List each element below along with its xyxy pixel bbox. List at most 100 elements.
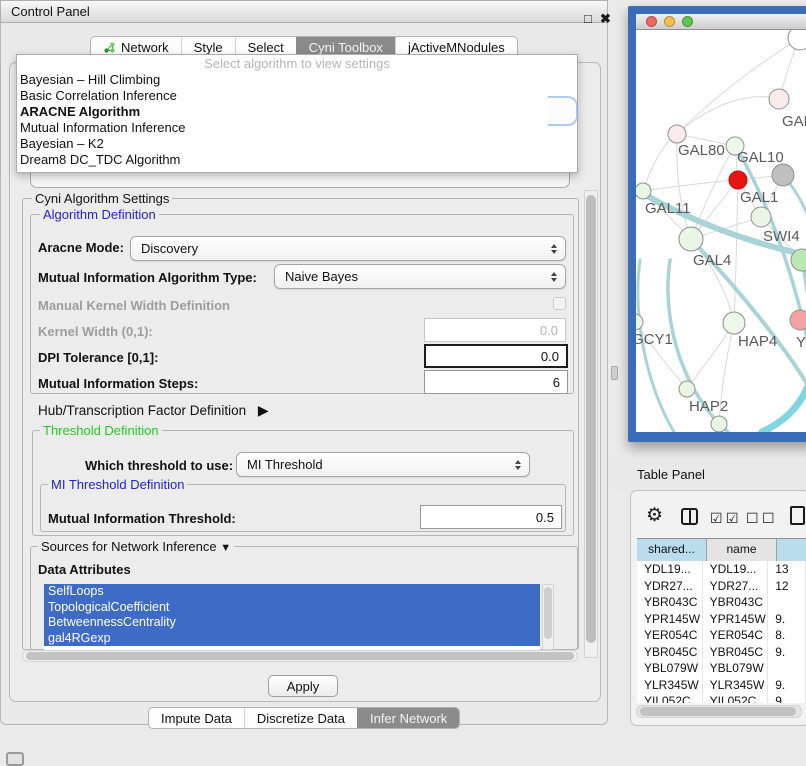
network-canvas[interactable]: GALGAL80GAL10GAL1GAL11SWI4GAL4GCY1HAP4YH…: [636, 30, 806, 432]
column-header-name[interactable]: name: [707, 539, 777, 561]
tab-label: Style: [194, 40, 223, 55]
mi-threshold-field[interactable]: 0.5: [420, 505, 562, 529]
mi-type-combo[interactable]: Naive Bayes: [274, 264, 566, 289]
minimize-traffic-light[interactable]: [664, 16, 675, 27]
mi-threshold-group-title: MI Threshold Definition: [48, 477, 187, 492]
table-row[interactable]: YDR27...YDR27...12: [637, 578, 806, 595]
table-row[interactable]: YLR345WYLR345W9.: [637, 677, 806, 694]
network-node[interactable]: [679, 381, 695, 397]
column-header-a[interactable]: A: [777, 539, 806, 561]
kernel-width-value: 0.0: [540, 323, 558, 338]
network-node[interactable]: [636, 183, 651, 199]
algorithm-option-bayesian-hill-climbing[interactable]: Bayesian – Hill Climbing: [17, 72, 577, 88]
float-panel-icon[interactable]: □: [584, 10, 592, 28]
table-cell: [768, 660, 806, 677]
unchecked-checkbox-icon[interactable]: ☐: [746, 508, 759, 528]
table-row[interactable]: YIL052CYIL052C9.: [637, 693, 806, 703]
gear-icon[interactable]: ⚙: [646, 506, 663, 526]
manual-kernel-label: Manual Kernel Width Definition: [38, 298, 230, 313]
table-header: shared...nameA: [637, 538, 806, 560]
mi-steps-field[interactable]: 6: [424, 370, 568, 394]
manual-kernel-checkbox[interactable]: [553, 297, 566, 310]
attribute-item[interactable]: BetweennessCentrality: [44, 615, 540, 631]
columns-icon[interactable]: [681, 508, 698, 525]
table-row[interactable]: YBL079WYBL079W: [637, 660, 806, 677]
settings-vscrollbar-thumb[interactable]: [586, 195, 596, 643]
control-panel-titlebar[interactable]: Control Panel: [0, 0, 608, 23]
network-window-titlebar[interactable]: [636, 14, 806, 30]
unchecked-checkbox-icon[interactable]: ☐: [762, 508, 775, 528]
network-node[interactable]: [636, 314, 643, 330]
settings-hscrollbar-thumb[interactable]: [26, 652, 574, 660]
which-threshold-label: Which threshold to use:: [85, 458, 233, 473]
tab-infer-network[interactable]: Infer Network: [357, 708, 459, 728]
dpi-tolerance-label: DPI Tolerance [0,1]:: [38, 350, 158, 365]
network-node[interactable]: [769, 89, 789, 109]
zoom-traffic-light[interactable]: [682, 16, 693, 27]
attribute-item[interactable]: SelfLoops: [44, 584, 540, 600]
close-traffic-light[interactable]: [646, 16, 657, 27]
network-node[interactable]: [668, 125, 686, 143]
close-panel-icon[interactable]: ✖: [600, 10, 611, 28]
tab-discretize-data[interactable]: Discretize Data: [244, 708, 357, 728]
algorithm-dropdown-popup: Select algorithm to view settings Bayesi…: [16, 54, 578, 173]
attribute-item[interactable]: gal4RGexp: [44, 631, 540, 647]
network-node[interactable]: [711, 416, 727, 432]
network-node[interactable]: [729, 171, 747, 189]
table-cell: YDR27...: [703, 578, 769, 595]
network-node[interactable]: [679, 227, 703, 251]
attribute-item[interactable]: TopologicalCoefficient: [44, 600, 540, 616]
table-row[interactable]: YER054CYER054C8.: [637, 627, 806, 644]
new-table-icon[interactable]: [790, 506, 805, 525]
node-label: GAL4: [693, 252, 731, 269]
mi-threshold-label: Mutual Information Threshold:: [48, 511, 236, 526]
network-node[interactable]: [790, 310, 806, 330]
table-row[interactable]: YBR043CYBR043C: [637, 594, 806, 611]
sources-group-title[interactable]: Sources for Network Inference ▼: [38, 539, 234, 554]
column-header-shared[interactable]: shared...: [637, 539, 707, 561]
node-label: GAL11: [645, 200, 691, 217]
algorithm-option-aracne-algorithm[interactable]: ARACNE Algorithm: [17, 104, 577, 120]
threshold-definition-title: Threshold Definition: [40, 423, 162, 438]
dpi-tolerance-field[interactable]: 0.0: [424, 344, 568, 368]
table-cell: YBR043C: [637, 594, 703, 611]
tab-impute-data[interactable]: Impute Data: [149, 708, 244, 728]
hub-definition-toggle[interactable]: Hub/Transcription Factor Definition ▶: [38, 402, 269, 419]
table-hscrollbar-thumb[interactable]: [640, 707, 796, 716]
network-node[interactable]: [723, 312, 745, 334]
expand-down-icon[interactable]: ▼: [220, 542, 231, 554]
table-row[interactable]: YPR145WYPR145W9.: [637, 611, 806, 628]
expand-right-icon[interactable]: ▶: [258, 402, 269, 418]
table-panel-title: Table Panel: [637, 467, 705, 482]
apply-button[interactable]: Apply: [268, 675, 338, 697]
table-body: YDL19...YDL19...13YDR27...YDR27...12YBR0…: [637, 561, 806, 703]
network-node[interactable]: [772, 164, 794, 186]
tab-label: Discretize Data: [257, 711, 345, 726]
split-pane-grip[interactable]: [611, 366, 618, 380]
checked-checkbox-icon[interactable]: ☑: [710, 508, 723, 528]
cyni-mode-tabs: Impute Data Discretize Data Infer Network: [148, 707, 460, 729]
tab-label: Network: [121, 40, 169, 55]
table-panel-titlebar[interactable]: Table Panel: [612, 458, 806, 490]
table-cell: [768, 594, 806, 611]
table-row[interactable]: YBR045CYBR045C9.: [637, 644, 806, 661]
algorithm-option-dream8-dc-tdc-algorithm[interactable]: Dream8 DC_TDC Algorithm: [17, 152, 577, 168]
network-edge: [643, 134, 677, 191]
algorithm-option-bayesian-k2[interactable]: Bayesian – K2: [17, 136, 577, 152]
hub-definition-label: Hub/Transcription Factor Definition: [38, 403, 246, 418]
which-threshold-value: MI Threshold: [247, 457, 323, 472]
network-edge: [677, 97, 779, 134]
which-threshold-combo[interactable]: MI Threshold: [236, 452, 530, 477]
algorithm-option-basic-correlation-inference[interactable]: Basic Correlation Inference: [17, 88, 577, 104]
network-node[interactable]: [751, 207, 771, 227]
network-node[interactable]: [788, 30, 806, 50]
attributes-scrollbar-thumb[interactable]: [544, 587, 552, 639]
kernel-width-field[interactable]: 0.0: [424, 318, 566, 342]
combo-spinner-icon: [551, 244, 557, 254]
algorithm-option-mutual-information-inference[interactable]: Mutual Information Inference: [17, 120, 577, 136]
table-cell: 9.: [768, 644, 806, 661]
checked-checkbox-icon[interactable]: ☑: [726, 508, 739, 528]
table-row[interactable]: YDL19...YDL19...13: [637, 561, 806, 578]
partial-minimized-icon[interactable]: [6, 752, 24, 766]
aracne-mode-combo[interactable]: Discovery: [130, 236, 566, 261]
